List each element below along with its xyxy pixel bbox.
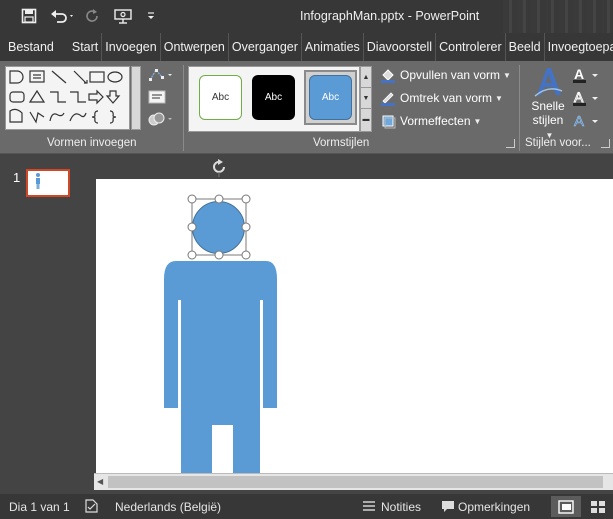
- save-icon[interactable]: [18, 5, 40, 27]
- shape-fill-label: Opvullen van vorm: [400, 68, 501, 82]
- notes-icon[interactable]: [362, 499, 376, 516]
- head-shape[interactable]: [192, 201, 245, 254]
- slide-position: Dia 1 van 1: [9, 500, 70, 514]
- style-swatch-blue[interactable]: Abc: [309, 75, 352, 120]
- group-label-insert-shapes: Vormen invoegen: [47, 137, 137, 149]
- scroll-left-icon[interactable]: ◀: [97, 477, 103, 486]
- spelling-check-icon[interactable]: [84, 498, 100, 517]
- tab-home[interactable]: Start: [60, 33, 101, 61]
- shape-effects-button[interactable]: Vormeffecten ▼: [380, 111, 481, 131]
- dialog-launcher-icon[interactable]: [601, 139, 610, 148]
- redo-icon[interactable]: [82, 5, 104, 27]
- status-bar: Dia 1 van 1 Nederlands (België) Notities…: [0, 494, 613, 519]
- shape-fill-button[interactable]: Opvullen van vorm ▼: [380, 65, 511, 85]
- group-separator: [183, 65, 184, 151]
- comments-icon[interactable]: [441, 500, 455, 516]
- comments-button[interactable]: Opmerkingen: [458, 500, 530, 514]
- text-effects-icon: A: [574, 113, 598, 130]
- thumbnail-figure: [36, 173, 40, 189]
- rotate-handle-icon[interactable]: [209, 157, 229, 180]
- slide-sorter-view-icon[interactable]: [583, 496, 613, 517]
- tab-addins[interactable]: Invoegtoepa: [543, 33, 613, 61]
- scrollbar-thumb[interactable]: [108, 476, 603, 488]
- quick-styles-label-1: Snelle: [531, 99, 565, 113]
- window-title: InfographMan.pptx - PowerPoint: [300, 9, 480, 23]
- chevron-down-icon: ▼: [495, 93, 503, 103]
- shape-effects-label: Vormeffecten: [400, 114, 471, 128]
- shape-styles-gallery[interactable]: Abc Abc Abc: [188, 66, 360, 132]
- quick-styles-button[interactable]: Snelle stijlen ▼: [528, 65, 568, 140]
- customize-qat-icon[interactable]: [140, 5, 162, 27]
- shape-outline-button[interactable]: Omtrek van vorm ▼: [380, 88, 503, 108]
- tab-file[interactable]: Bestand: [0, 33, 60, 61]
- person-body: [164, 261, 277, 473]
- gallery-more-icon[interactable]: ▬: [361, 109, 371, 130]
- tab-review[interactable]: Controlerer: [435, 33, 505, 61]
- shapes-gallery[interactable]: [5, 66, 130, 130]
- text-fill-icon: A: [573, 66, 598, 83]
- wordart-a-icon: [534, 68, 563, 97]
- svg-text:A: A: [574, 113, 584, 130]
- text-box-icon[interactable]: [148, 90, 166, 107]
- slide-canvas[interactable]: [96, 179, 613, 473]
- tab-animations[interactable]: Animaties: [300, 33, 363, 61]
- tab-transitions[interactable]: Overganger: [227, 33, 301, 61]
- shape-effects-icon: [380, 113, 396, 129]
- title-bar: InfographMan.pptx - PowerPoint: [0, 0, 613, 33]
- slide-number: 1: [13, 170, 21, 185]
- text-outline-icon: A: [573, 89, 598, 106]
- style-swatch-outline[interactable]: Abc: [199, 75, 242, 120]
- chevron-down-icon: ▼: [503, 70, 511, 80]
- scroll-down-icon[interactable]: ▼: [361, 88, 371, 109]
- pen-icon: [380, 90, 396, 106]
- shapes-gallery-scroll[interactable]: [131, 66, 141, 130]
- ribbon-tabs: Bestand Start Invoegen Ontwerpen Overgan…: [0, 33, 613, 61]
- tab-slideshow[interactable]: Diavoorstell: [362, 33, 435, 61]
- ribbon: Vormen invoegen Abc Abc Abc ▲ ▼ ▬ Opvull…: [0, 61, 613, 154]
- text-outline-button[interactable]: A: [572, 88, 602, 108]
- person-figure: [164, 194, 277, 473]
- tab-design[interactable]: Ontwerpen: [159, 33, 228, 61]
- present-from-start-icon[interactable]: [112, 5, 134, 27]
- shapes-gallery-icons: [9, 70, 123, 124]
- shape-outline-label: Omtrek van vorm: [400, 91, 493, 105]
- slide-thumbnail[interactable]: [26, 169, 70, 197]
- language-indicator[interactable]: Nederlands (België): [115, 500, 221, 514]
- undo-icon[interactable]: [48, 5, 78, 27]
- text-effects-button[interactable]: A: [572, 111, 602, 131]
- chevron-down-icon: ▼: [473, 116, 482, 126]
- group-label-shape-styles: Vormstijlen: [313, 137, 370, 149]
- slide-thumbnail-pane: [0, 155, 90, 473]
- normal-view-icon[interactable]: [551, 496, 581, 517]
- svg-text:A: A: [574, 89, 584, 105]
- tab-view[interactable]: Beeld: [504, 33, 544, 61]
- group-label-wordart: Stijlen voor...: [525, 137, 591, 149]
- tab-insert[interactable]: Invoegen: [101, 33, 159, 61]
- scroll-up-icon[interactable]: ▲: [361, 67, 371, 88]
- horizontal-scrollbar[interactable]: ◀: [94, 473, 613, 490]
- text-fill-button[interactable]: A: [572, 65, 602, 85]
- svg-text:A: A: [574, 66, 584, 82]
- title-bar-decoration: [503, 0, 613, 33]
- edit-shape-icon[interactable]: [148, 67, 174, 86]
- group-separator: [519, 65, 520, 151]
- shape-styles-scroll[interactable]: ▲ ▼ ▬: [360, 66, 372, 132]
- style-swatch-dark[interactable]: Abc: [252, 75, 295, 120]
- merge-shapes-icon[interactable]: [148, 111, 174, 130]
- notes-button[interactable]: Notities: [381, 500, 421, 514]
- dialog-launcher-icon[interactable]: [506, 139, 515, 148]
- paint-bucket-icon: [380, 67, 396, 83]
